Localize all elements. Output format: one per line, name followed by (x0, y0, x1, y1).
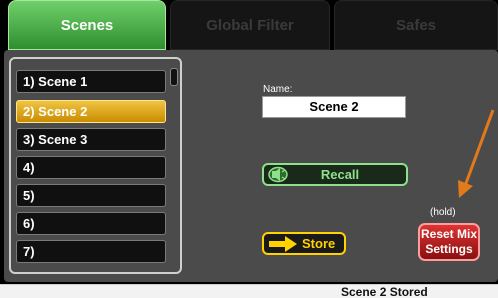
hold-hint: (hold) (430, 207, 456, 218)
scene-item-2[interactable]: 2) Scene 2 (16, 100, 166, 123)
scene-item-6[interactable]: 6) (16, 212, 166, 235)
recall-button[interactable]: Recall (262, 163, 408, 186)
scene-list-scrollbar[interactable] (170, 68, 178, 270)
tab-safes[interactable]: Safes (334, 0, 498, 50)
scene-item-5[interactable]: 5) (16, 184, 166, 207)
scene-item-7[interactable]: 7) (16, 240, 166, 263)
name-label: Name: (263, 84, 293, 95)
tab-global-filter[interactable]: Global Filter (170, 0, 330, 50)
status-bar: Scene 2 Stored (0, 284, 498, 298)
reset-label-line1: Reset Mix (420, 227, 478, 241)
scene-name-field[interactable]: Scene 2 (262, 96, 406, 118)
recall-label: Recall (320, 167, 360, 182)
reset-mix-settings-button[interactable]: Reset Mix Settings (418, 223, 480, 261)
arrow-right-icon (269, 236, 297, 252)
scenes-screen: Scenes Global Filter Safes 1) Scene 1 2)… (0, 0, 498, 298)
tab-bar: Scenes Global Filter Safes (0, 0, 498, 52)
scene-item-1[interactable]: 1) Scene 1 (16, 70, 166, 93)
scroll-thumb[interactable] (170, 68, 178, 86)
scene-item-3[interactable]: 3) Scene 3 (16, 128, 166, 151)
annotation-arrow-icon (458, 109, 495, 198)
status-message: Scene 2 Stored (341, 285, 428, 298)
tab-scenes[interactable]: Scenes (8, 0, 166, 50)
scene-item-4[interactable]: 4) (16, 156, 166, 179)
store-button[interactable]: Store (262, 232, 346, 255)
reset-label-line2: Settings (425, 242, 473, 256)
store-label: Store (302, 236, 336, 251)
